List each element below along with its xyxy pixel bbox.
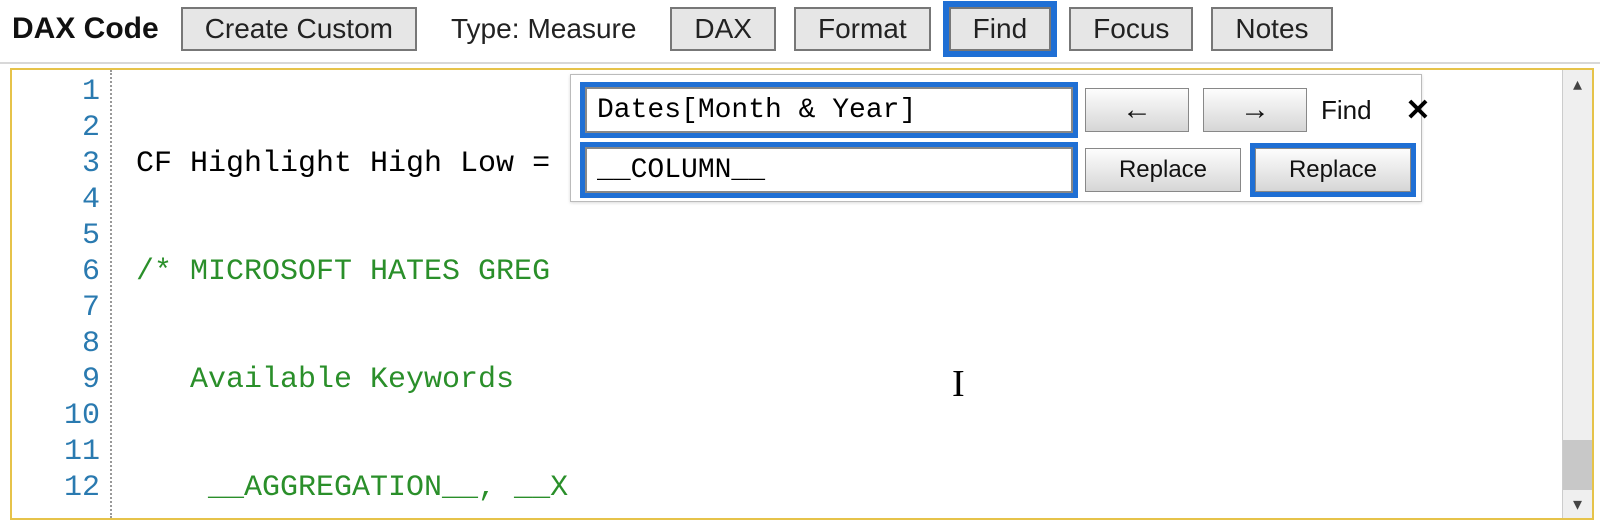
find-label: Find xyxy=(1321,95,1387,126)
line-number: 2 xyxy=(12,110,100,146)
type-group: Type: Measure xyxy=(451,13,636,45)
line-number: 3 xyxy=(12,146,100,182)
line-number: 8 xyxy=(12,326,100,362)
notes-button[interactable]: Notes xyxy=(1211,7,1332,51)
scroll-grip[interactable] xyxy=(1563,440,1592,490)
line-number: 1 xyxy=(12,74,100,110)
type-label: Type: xyxy=(451,13,519,45)
line-number: 6 xyxy=(12,254,100,290)
toolbar: DAX Code Create Custom Type: Measure DAX… xyxy=(0,0,1600,64)
line-number: 10 xyxy=(12,398,100,434)
line-gutter: 1 2 3 4 5 6 7 8 9 10 11 12 xyxy=(12,70,112,518)
find-replace-panel: ← → Find ✕ Replace Replace xyxy=(570,74,1422,202)
scroll-down-icon[interactable]: ▾ xyxy=(1563,490,1592,518)
format-button[interactable]: Format xyxy=(794,7,931,51)
line-number: 9 xyxy=(12,362,100,398)
replace-input[interactable] xyxy=(585,147,1073,193)
dax-button[interactable]: DAX xyxy=(670,7,776,51)
vertical-scrollbar[interactable]: ▴ ▾ xyxy=(1562,70,1592,518)
code-line: Available Keywords xyxy=(136,362,1562,398)
section-title: DAX Code xyxy=(12,12,159,46)
line-number: 7 xyxy=(12,290,100,326)
code-line: __AGGREGATION__, __X xyxy=(136,470,1562,506)
scroll-up-icon[interactable]: ▴ xyxy=(1563,70,1592,98)
replace-button[interactable]: Replace xyxy=(1085,148,1241,192)
close-icon[interactable]: ✕ xyxy=(1401,93,1435,128)
find-input[interactable] xyxy=(585,87,1073,133)
line-number: 5 xyxy=(12,218,100,254)
find-next-button[interactable]: → xyxy=(1203,88,1307,132)
line-number: 4 xyxy=(12,182,100,218)
line-number: 11 xyxy=(12,434,100,470)
line-number: 12 xyxy=(12,470,100,506)
focus-button[interactable]: Focus xyxy=(1069,7,1193,51)
code-line: /* MICROSOFT HATES GREG xyxy=(136,254,1562,290)
create-custom-button[interactable]: Create Custom xyxy=(181,7,417,51)
replace-all-button[interactable]: Replace xyxy=(1255,148,1411,192)
type-value: Measure xyxy=(527,13,636,45)
find-prev-button[interactable]: ← xyxy=(1085,88,1189,132)
editor-shell: 1 2 3 4 5 6 7 8 9 10 11 12 CF Highlight … xyxy=(10,68,1594,520)
find-button[interactable]: Find xyxy=(949,7,1051,51)
